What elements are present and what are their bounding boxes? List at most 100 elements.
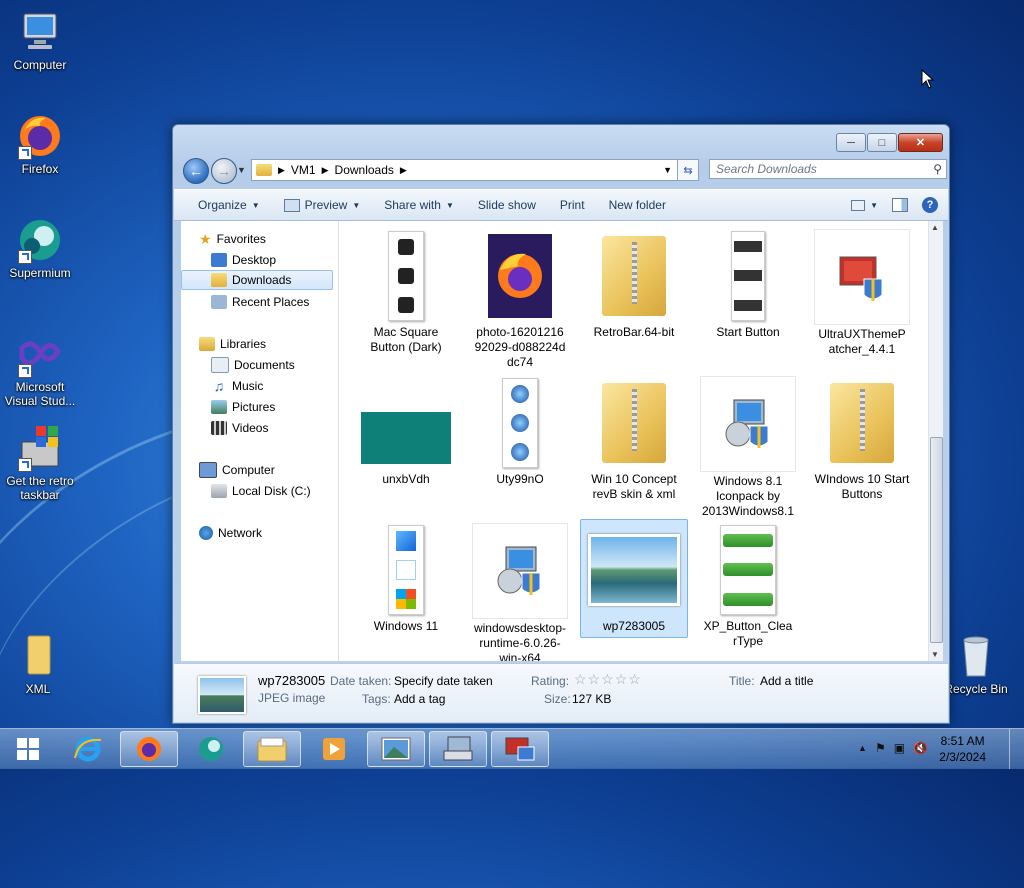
file-item[interactable]: Mac Square Button (Dark) xyxy=(356,229,456,355)
taskbar-photo-viewer[interactable] xyxy=(367,731,425,767)
action-center-flag-icon[interactable]: ⚑ xyxy=(875,741,886,755)
minimize-button[interactable]: ─ xyxy=(836,133,866,152)
show-hidden-icons-button[interactable]: ▲ xyxy=(858,741,867,755)
back-button[interactable]: ← xyxy=(183,158,209,184)
slide-show-button[interactable]: Slide show xyxy=(466,198,548,212)
file-item[interactable]: windowsdesktop-runtime-6.0.26-win-x64 xyxy=(470,523,570,661)
nav-network[interactable]: Network xyxy=(199,523,262,543)
maximize-button[interactable]: □ xyxy=(867,133,897,152)
clock[interactable]: 8:51 AM 2/3/2024 xyxy=(939,733,986,765)
file-item[interactable]: photo-1620121692029-d088224ddc74 xyxy=(470,229,570,370)
file-item[interactable]: XP_Button_ClearType xyxy=(698,523,798,649)
taskbar-explorer[interactable] xyxy=(243,731,301,767)
file-item[interactable]: UltraUXThemePatcher_4.4.1 xyxy=(812,229,912,357)
libraries-icon xyxy=(199,337,215,351)
breadcrumb-vm1[interactable]: VM1 xyxy=(291,163,316,177)
preview-button[interactable]: Preview ▼ xyxy=(272,198,373,212)
vertical-scrollbar[interactable]: ▲ ▼ xyxy=(928,221,943,661)
file-item[interactable]: Win 10 Concept revB skin & xml xyxy=(584,376,684,502)
nav-pictures[interactable]: Pictures xyxy=(211,397,275,417)
pictures-icon xyxy=(211,400,227,414)
desktop-icon-supermium[interactable]: Supermium xyxy=(2,216,78,280)
share-with-button[interactable]: Share with ▼ xyxy=(372,198,466,212)
desktop-icon-firefox[interactable]: Firefox xyxy=(2,112,78,176)
star-outline-icon[interactable]: ☆ xyxy=(601,671,615,687)
nav-downloads[interactable]: Downloads xyxy=(181,270,333,290)
taskbar-firefox[interactable] xyxy=(120,731,178,767)
chevron-down-icon: ▼ xyxy=(237,165,246,175)
file-name: Windows 8.1 Iconpack by 2013Windows8.1 xyxy=(701,474,795,518)
nav-desktop[interactable]: Desktop xyxy=(211,250,276,270)
rating-stars[interactable]: ☆☆☆☆☆ xyxy=(574,671,642,688)
search-icon[interactable]: ⚲ xyxy=(933,162,942,176)
nav-music[interactable]: ♫ Music xyxy=(211,376,264,396)
taskbar-supermium[interactable] xyxy=(182,731,240,767)
file-item[interactable]: Start Button xyxy=(698,229,798,340)
documents-icon xyxy=(211,357,229,373)
taskbar-control-panel[interactable] xyxy=(429,731,487,767)
breadcrumb-downloads[interactable]: Downloads xyxy=(335,163,394,177)
refresh-button[interactable]: ⇆ xyxy=(677,159,699,181)
explorer-window[interactable]: ─ □ ✕ ← → ▼ ▶ VM1 ▶ Downloads ▶ ▼ ⇆ Sear… xyxy=(172,124,950,724)
windows-logo-icon xyxy=(29,738,39,748)
nav-videos[interactable]: Videos xyxy=(211,418,268,438)
view-options-button[interactable]: ▼ xyxy=(851,199,878,211)
folder-icon xyxy=(257,737,287,762)
network-status-icon[interactable]: ▣ xyxy=(894,741,905,755)
title-value[interactable]: Add a title xyxy=(760,674,813,688)
taskbar-media-player[interactable] xyxy=(305,731,363,767)
nav-favorites[interactable]: ★ Favorites xyxy=(199,229,266,249)
tags-value[interactable]: Add a tag xyxy=(394,692,445,706)
star-outline-icon[interactable]: ☆ xyxy=(615,671,629,687)
print-button[interactable]: Print xyxy=(548,198,597,212)
file-item[interactable]: Windows 8.1 Iconpack by 2013Windows8.1 xyxy=(698,376,798,519)
desktop-icon-computer[interactable]: Computer xyxy=(2,8,78,72)
scrollbar-thumb[interactable] xyxy=(930,437,943,643)
preview-pane-button[interactable] xyxy=(892,198,908,212)
taskbar-ultraux[interactable] xyxy=(491,731,549,767)
nav-local-disk[interactable]: Local Disk (C:) xyxy=(211,481,311,501)
address-bar[interactable]: ▶ VM1 ▶ Downloads ▶ ▼ xyxy=(251,159,679,181)
file-item[interactable]: Windows 11 xyxy=(356,523,456,634)
command-bar: Organize ▼ Preview ▼ Share with ▼ Slide sho… xyxy=(174,189,948,221)
nav-libraries[interactable]: Libraries xyxy=(199,334,266,354)
taskbar-internet-explorer[interactable] xyxy=(59,731,117,767)
star-outline-icon[interactable]: ☆ xyxy=(588,671,602,687)
file-name: Start Button xyxy=(716,325,780,339)
star-outline-icon[interactable]: ☆ xyxy=(574,671,588,687)
preview-icon xyxy=(283,198,300,212)
supermium-icon xyxy=(199,737,223,761)
new-folder-button[interactable]: New folder xyxy=(597,198,678,212)
image-thumbnail-icon xyxy=(359,229,453,323)
desktop-icon-visual-studio[interactable]: Microsoft Visual Stud... xyxy=(2,330,78,408)
volume-muted-icon[interactable]: 🔇 xyxy=(913,741,928,755)
organize-button[interactable]: Organize ▼ xyxy=(174,198,272,212)
nav-documents[interactable]: Documents xyxy=(211,355,295,375)
nav-recent-places[interactable]: Recent Places xyxy=(211,292,309,312)
desktop-icon-retro-taskbar[interactable]: Get the retro taskbar xyxy=(2,424,78,502)
file-item-selected[interactable]: wp7283005 xyxy=(580,519,688,638)
folder-icon xyxy=(14,632,62,680)
file-item[interactable]: RetroBar.64-bit xyxy=(584,229,684,340)
nav-label: Videos xyxy=(232,421,269,435)
help-icon[interactable]: ? xyxy=(922,197,938,213)
search-input[interactable]: Search Downloads ⚲ xyxy=(709,159,947,179)
nav-computer[interactable]: Computer xyxy=(199,460,275,480)
forward-button[interactable]: → xyxy=(211,158,237,184)
close-button[interactable]: ✕ xyxy=(898,133,943,152)
start-button[interactable] xyxy=(8,735,48,763)
file-item[interactable]: unxbVdh xyxy=(356,376,456,487)
star-outline-icon[interactable]: ☆ xyxy=(628,671,642,687)
image-thumbnail-icon xyxy=(359,523,453,617)
address-dropdown-icon[interactable]: ▼ xyxy=(663,165,672,175)
scroll-up-icon[interactable]: ▲ xyxy=(931,223,939,232)
desktop-icon-xml[interactable]: XML xyxy=(0,632,76,696)
date-taken-value[interactable]: Specify date taken xyxy=(394,674,493,688)
maximize-icon: □ xyxy=(878,136,886,149)
recent-pages-dropdown[interactable]: ▼ xyxy=(237,165,246,175)
installer-icon xyxy=(814,229,910,325)
file-item[interactable]: WIndows 10 Start Buttons xyxy=(812,376,912,502)
file-item[interactable]: Uty99nO xyxy=(470,376,570,487)
scroll-down-icon[interactable]: ▼ xyxy=(931,650,939,659)
show-desktop-button[interactable] xyxy=(1009,729,1024,769)
